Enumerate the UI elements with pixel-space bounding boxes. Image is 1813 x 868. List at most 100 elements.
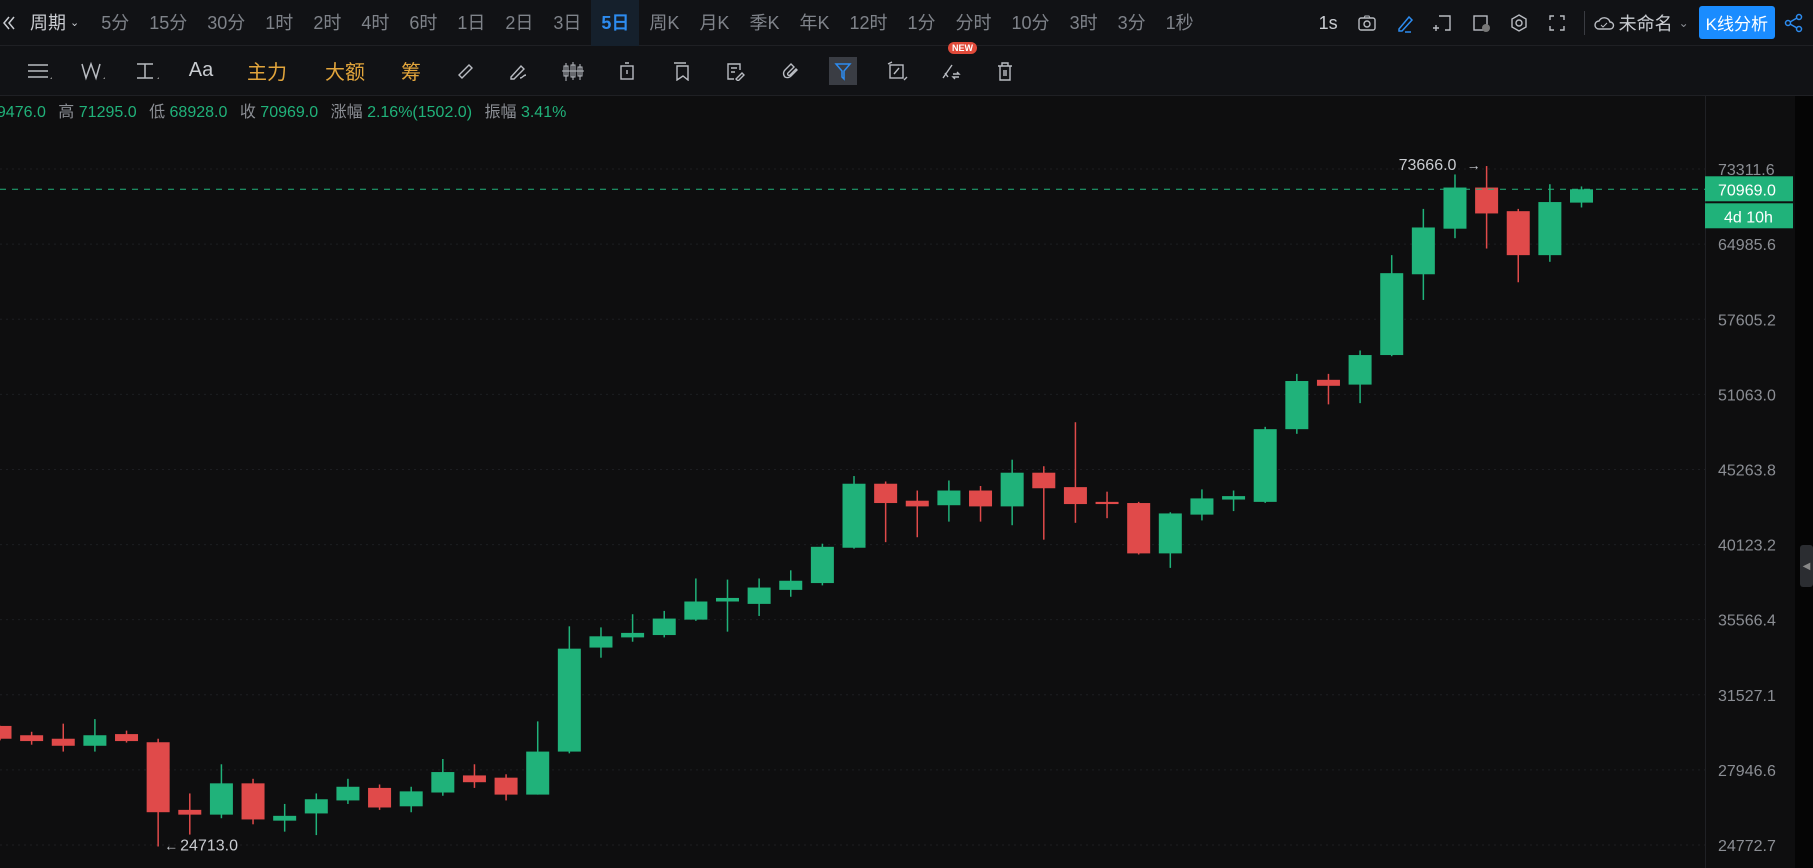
candle-down (1032, 466, 1056, 540)
candle-body (494, 777, 518, 795)
add-panel-icon[interactable] (1424, 0, 1462, 46)
interval-tab[interactable]: 年K (789, 0, 839, 46)
high-value: 71295.0 (78, 104, 137, 121)
cursor-tool-icon[interactable] (0, 46, 12, 96)
candle-body (1190, 498, 1214, 515)
font-aa-icon[interactable]: Aa (174, 46, 228, 96)
k-line-analysis-button[interactable]: K线分析 (1698, 6, 1775, 39)
ohlc-info-bar: 69476.0 高 71295.0 低 68928.0 收 70969.0 涨幅… (0, 98, 574, 121)
interval-tab[interactable]: 1秒 (1156, 0, 1204, 46)
drawing-switch-icon[interactable]: NEW (924, 41, 978, 96)
candle-down (1095, 491, 1119, 519)
candle-up (1538, 184, 1562, 262)
new-badge: NEW (948, 41, 977, 54)
brush-icon[interactable] (492, 46, 546, 96)
chevron-down-icon[interactable]: ⌄ (1679, 16, 1689, 30)
interval-tab[interactable]: 1日 (447, 0, 495, 46)
cloud-save-icon[interactable] (1593, 13, 1615, 33)
candle-up (1285, 373, 1309, 434)
candle-body (526, 751, 550, 795)
horizontal-lines-icon[interactable] (12, 46, 66, 96)
indicator-template-icon[interactable] (1462, 0, 1500, 46)
share-icon[interactable] (1775, 0, 1813, 46)
candle-down (494, 774, 518, 801)
interval-tab[interactable]: 12时 (839, 0, 897, 46)
interval-toolbar: 周期 ⌄ 5分 15分 30分 1时 2时 4时 6时 1日 2日 3日 5日 周K 月K 季K 年K 12时 1… (0, 0, 1813, 46)
candle-body (209, 783, 233, 815)
candle-up (589, 627, 613, 658)
candle-body (431, 772, 455, 793)
chips-button[interactable]: 筹 (384, 56, 438, 85)
candle-body (115, 734, 139, 742)
candle-up (336, 778, 360, 804)
speed-button[interactable]: 1s (1309, 0, 1348, 46)
interval-tab[interactable]: 1分 (898, 0, 946, 46)
expand-panel-handle[interactable]: ◀ (1800, 545, 1813, 587)
candle-body (1222, 496, 1246, 500)
period-label: 周期 (30, 12, 66, 33)
sync-drawings-icon[interactable] (870, 46, 924, 96)
candle-body (1475, 187, 1499, 214)
candle-up (1380, 255, 1404, 357)
text-measure-icon[interactable] (120, 46, 174, 96)
interval-tab[interactable]: 30分 (197, 0, 255, 46)
camera-icon[interactable] (1348, 0, 1386, 46)
interval-tab[interactable]: 6时 (399, 0, 447, 46)
magnet-icon[interactable] (762, 46, 816, 96)
export-icon[interactable] (600, 46, 654, 96)
interval-tab[interactable]: 15分 (139, 0, 197, 46)
candle-body (146, 742, 170, 813)
layout-name-dropdown[interactable]: 未命名 (1619, 10, 1673, 36)
bookmark-icon[interactable] (654, 46, 708, 96)
interval-tab[interactable]: 4时 (351, 0, 399, 46)
interval-tab[interactable]: 2日 (495, 0, 543, 46)
price-axis-label: 64985.6 (1718, 237, 1776, 254)
candle-up (810, 543, 834, 586)
note-edit-icon[interactable] (708, 46, 762, 96)
candlestick-icon[interactable] (546, 46, 600, 96)
large-amount-button[interactable]: 大额 (306, 56, 384, 85)
interval-tab[interactable]: 3日 (543, 0, 591, 46)
settings-icon[interactable] (1500, 0, 1538, 46)
low-label: 低 (149, 104, 166, 121)
candlestick-chart[interactable]: 73311.664985.657605.251063.045263.840123… (0, 96, 1795, 868)
filter-icon[interactable] (816, 46, 870, 96)
arrow-right-icon: → (1467, 157, 1481, 173)
candle-down (368, 784, 392, 810)
price-axis-label: 35566.4 (1718, 613, 1776, 630)
interval-tab[interactable]: 5日 (591, 0, 640, 46)
interval-tab[interactable]: 3时 (1060, 0, 1108, 46)
candle-body (83, 735, 107, 746)
candle-up (431, 758, 455, 796)
interval-tab[interactable]: 季K (739, 0, 789, 46)
interval-tab[interactable]: 1时 (255, 0, 303, 46)
interval-tab[interactable]: 2时 (303, 0, 351, 46)
amplitude-label: 振幅 (484, 104, 517, 121)
countdown-label: 4d 10h (1724, 209, 1773, 226)
pencil-icon[interactable] (1386, 0, 1424, 46)
candle-body (715, 597, 739, 602)
trash-icon[interactable] (978, 46, 1032, 96)
close-value: 70969.0 (260, 104, 319, 121)
interval-tab[interactable]: 5分 (91, 0, 139, 46)
candle-body (1380, 273, 1404, 356)
interval-tab[interactable]: 3分 (1108, 0, 1156, 46)
candle-up (684, 578, 708, 621)
interval-tab[interactable]: 周K (639, 0, 689, 46)
candle-down (20, 731, 44, 745)
interval-tab[interactable]: 10分 (1002, 0, 1060, 46)
collapse-left-icon[interactable] (0, 0, 22, 46)
candle-body (557, 648, 581, 752)
candle-up (304, 793, 328, 836)
ruler-icon[interactable] (438, 46, 492, 96)
period-dropdown[interactable]: 周期 ⌄ (22, 0, 91, 46)
fullscreen-icon[interactable] (1538, 0, 1576, 46)
interval-tab[interactable]: 月K (689, 0, 739, 46)
price-axis-label: 40123.2 (1718, 538, 1776, 555)
right-panel-edge (1795, 96, 1813, 868)
interval-tab[interactable]: 分时 (946, 0, 1002, 46)
last-price-label: 70969.0 (1718, 182, 1776, 199)
wave-pattern-icon[interactable] (66, 46, 120, 96)
main-force-button[interactable]: 主力 (228, 56, 306, 85)
change-value: 2.16%(1502.0) (367, 104, 473, 121)
